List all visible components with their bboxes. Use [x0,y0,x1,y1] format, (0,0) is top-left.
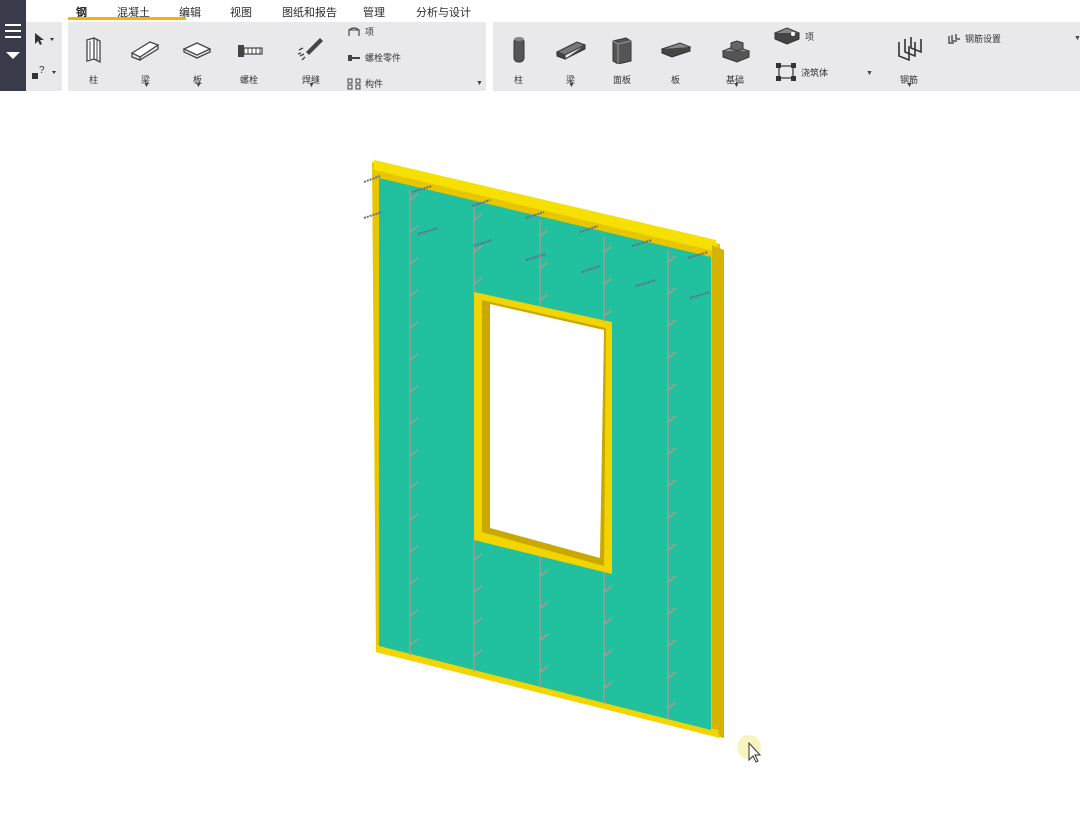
concrete-panel-icon[interactable] [610,36,634,69]
right-edge [712,245,724,738]
question-icon[interactable]: ? [30,64,58,87]
app-menu-strip [0,0,26,91]
rebar-settings-dropdown-icon[interactable]: ▼ [1074,35,1080,42]
pour-object-button[interactable]: 浇筑体 [775,62,828,82]
component-button[interactable]: 构件 [347,77,383,90]
rebar-settings-label: 钢筋设置 [965,34,1002,44]
steel-modeling-group: 柱 梁 ▼ 板 ▼ 螺栓 焊缝 ▼ 项 螺栓零件 构件 ▼ [68,22,486,91]
rebar-dropdown-icon[interactable]: ▼ [906,82,913,89]
model-viewport[interactable] [0,91,1080,816]
bolt-part-button[interactable]: 螺栓零件 [347,51,401,64]
tab-drawings-reports[interactable]: 图纸和报告 [282,4,337,20]
wall-panel-model[interactable] [0,91,1080,816]
bolt-part-icon [348,54,360,61]
concrete-beam-dropdown-icon[interactable]: ▼ [568,82,575,89]
concrete-item-label: 项 [805,31,815,42]
concrete-column-label: 柱 [514,75,524,85]
window-opening [490,304,604,558]
steel-item-label: 项 [365,27,375,37]
svg-text:?: ? [39,65,45,76]
component-label: 构件 [365,79,384,89]
steel-group-expand-icon[interactable]: ▼ [476,80,483,87]
footing-dropdown-icon[interactable]: ▼ [733,82,740,89]
rebar-settings-button[interactable]: 钢筋设置 [947,32,1001,45]
bolt-part-label: 螺栓零件 [365,53,402,63]
select-arrow-icon[interactable] [32,31,56,52]
steel-column-icon[interactable] [84,37,104,68]
tab-manage[interactable]: 管理 [363,4,385,20]
item-icon [348,26,360,36]
hamburger-icon[interactable] [5,24,21,42]
pour-object-label: 浇筑体 [801,67,829,78]
steel-beam-dropdown-icon[interactable]: ▼ [143,82,150,89]
selection-group: ? [26,22,62,91]
concrete-slab-label: 板 [671,75,681,85]
rebar-settings-icon [948,33,960,44]
steel-plate-dropdown-icon[interactable]: ▼ [195,82,202,89]
bolt-icon[interactable] [236,43,266,64]
concrete-panel-label: 面板 [613,75,632,85]
concrete-beam-icon[interactable] [555,40,587,65]
footing-icon[interactable] [721,37,751,68]
weld-dropdown-icon[interactable]: ▼ [308,82,315,89]
quick-access-dropdown-icon[interactable] [6,52,20,59]
bolt-label: 螺栓 [240,75,259,85]
steel-item-button[interactable]: 项 [347,25,374,38]
component-icon [347,78,361,89]
tab-view[interactable]: 视图 [230,4,252,20]
steel-plate-icon[interactable] [182,40,212,65]
concrete-item-button[interactable]: 项 [773,26,814,46]
active-tab-indicator [68,17,186,20]
rebar-icon[interactable] [895,36,923,67]
steel-beam-icon[interactable] [130,39,160,66]
tab-analysis-design[interactable]: 分析与设计 [416,4,471,20]
steel-column-label: 柱 [89,75,99,85]
concrete-modeling-group: 柱 梁 ▼ 面板 板 基础 ▼ 项 浇筑体 ▼ 钢筋 ▼ 钢筋设置 ▼ [493,22,1080,91]
concrete-column-icon[interactable] [512,35,526,70]
pour-object-icon [776,63,796,81]
concrete-item-icon [773,27,801,45]
weld-icon[interactable] [296,34,326,67]
concrete-slab-icon[interactable] [660,41,692,64]
pour-object-dropdown-icon[interactable]: ▼ [866,70,873,77]
